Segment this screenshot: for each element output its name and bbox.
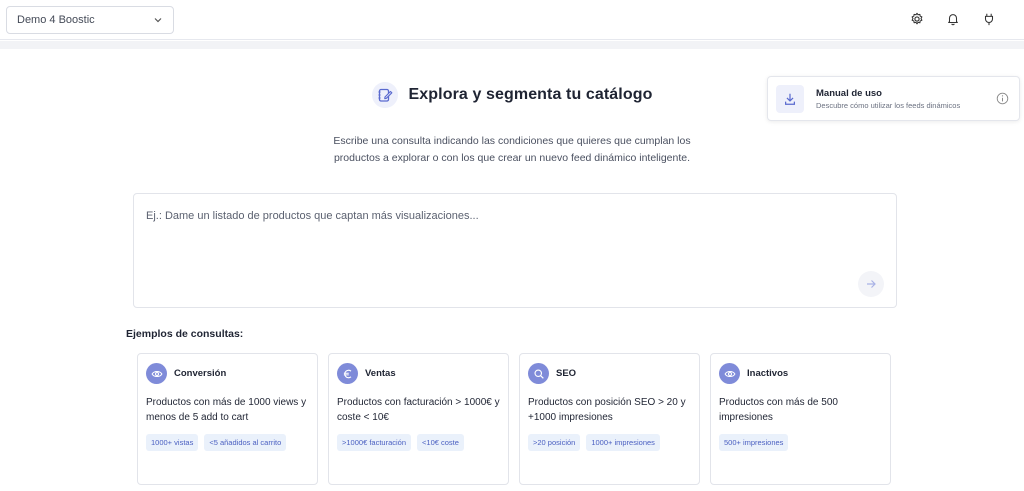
bell-icon[interactable] bbox=[944, 10, 962, 28]
notes-edit-icon bbox=[371, 82, 398, 108]
arrow-right-icon bbox=[865, 278, 877, 290]
store-selector-value: Demo 4 Boostic bbox=[17, 14, 95, 26]
plug-icon[interactable] bbox=[980, 10, 998, 28]
card-title: Conversión bbox=[174, 368, 227, 379]
store-selector[interactable]: Demo 4 Boostic bbox=[6, 6, 174, 34]
eye-icon bbox=[146, 363, 167, 384]
examples-title: Ejemplos de consultas: bbox=[126, 328, 244, 340]
card-text: Productos con más de 1000 views y menos … bbox=[146, 397, 307, 423]
example-card-conversion[interactable]: Conversión Productos con más de 1000 vie… bbox=[137, 353, 318, 485]
card-text: Productos con posición SEO > 20 y +1000 … bbox=[528, 397, 686, 423]
example-cards: Conversión Productos con más de 1000 vie… bbox=[137, 353, 891, 485]
page-title: Explora y segmenta tu catálogo bbox=[408, 86, 653, 103]
example-card-inactive[interactable]: Inactivos Productos con más de 500 impre… bbox=[710, 353, 891, 485]
eye-icon bbox=[719, 363, 740, 384]
send-button[interactable] bbox=[858, 271, 884, 297]
card-tag: >20 posición bbox=[528, 434, 581, 451]
hero: Explora y segmenta tu catálogo bbox=[0, 82, 1024, 108]
card-tag: <10€ coste bbox=[417, 434, 464, 451]
euro-icon bbox=[337, 363, 358, 384]
card-title: Ventas bbox=[365, 368, 396, 379]
header-divider bbox=[0, 41, 1024, 49]
card-text: Productos con facturación > 1000€ y cost… bbox=[337, 397, 500, 423]
card-title: SEO bbox=[556, 368, 577, 379]
example-card-sales[interactable]: Ventas Productos con facturación > 1000€… bbox=[328, 353, 509, 485]
query-input[interactable] bbox=[134, 194, 896, 307]
example-card-seo[interactable]: SEO Productos con posición SEO > 20 y +1… bbox=[519, 353, 700, 485]
settings-icon[interactable] bbox=[908, 10, 926, 28]
card-title: Inactivos bbox=[747, 368, 789, 379]
page-description: Escribe una consulta indicando las condi… bbox=[250, 133, 774, 167]
query-box bbox=[133, 193, 897, 308]
chevron-down-icon bbox=[153, 15, 163, 25]
card-text: Productos con más de 500 impresiones bbox=[719, 397, 838, 423]
card-tag: >1000€ facturación bbox=[337, 434, 412, 451]
description-line-1: Escribe una consulta indicando las condi… bbox=[333, 135, 691, 147]
card-tag: 1000+ vistas bbox=[146, 434, 199, 451]
header-actions bbox=[908, 10, 998, 28]
card-tag: 500+ impresiones bbox=[719, 434, 789, 451]
search-icon bbox=[528, 363, 549, 384]
card-tag: 1000+ impresiones bbox=[586, 434, 660, 451]
card-tag: <5 añadidos al carrito bbox=[204, 434, 287, 451]
description-line-2: productos a explorar o con los que crear… bbox=[333, 152, 691, 164]
top-bar: Demo 4 Boostic bbox=[0, 0, 1024, 40]
